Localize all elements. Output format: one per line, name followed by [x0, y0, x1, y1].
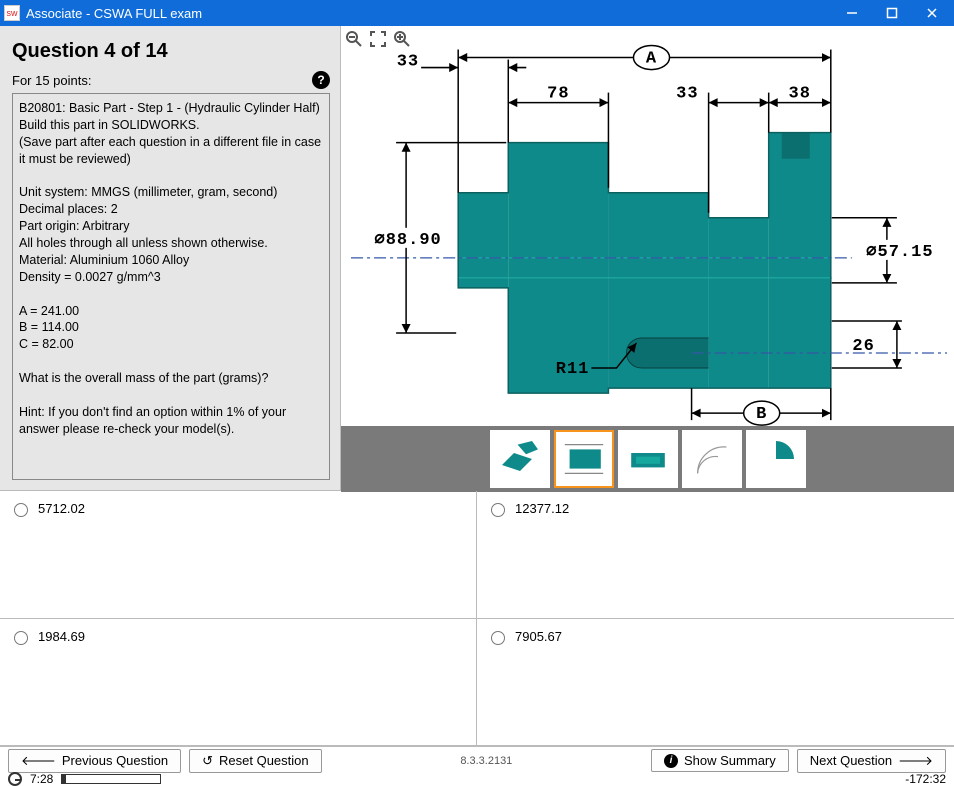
- answer-option-d[interactable]: 7905.67: [477, 619, 954, 747]
- answer-option-b[interactable]: 12377.12: [477, 491, 954, 619]
- arrow-left-icon: 🡐: [21, 753, 56, 769]
- drawing-viewport[interactable]: A 33 78 33 38: [341, 26, 954, 426]
- close-button[interactable]: [912, 0, 952, 26]
- dim-dia5715: ∅57.15: [866, 243, 933, 262]
- dim-dia8890: ∅88.90: [374, 231, 441, 250]
- thumb-4[interactable]: [682, 430, 742, 488]
- button-label: Previous Question: [62, 753, 168, 768]
- info-icon: i: [664, 754, 678, 768]
- dim-38: 38: [789, 85, 811, 104]
- dim-78: 78: [547, 85, 569, 104]
- thumbnail-strip: [341, 426, 954, 492]
- next-question-button[interactable]: Next Question 🡒: [797, 749, 946, 773]
- undo-icon: ↺: [202, 753, 213, 769]
- answer-option-a[interactable]: 5712.02: [0, 491, 477, 619]
- radio-icon[interactable]: [14, 503, 28, 517]
- thumb-1[interactable]: [490, 430, 550, 488]
- minimize-button[interactable]: [832, 0, 872, 26]
- thumb-2[interactable]: [554, 430, 614, 488]
- navigation-bar: 🡐 Previous Question ↺ Reset Question 8.3…: [0, 746, 954, 774]
- question-panel: Question 4 of 14 For 15 points: ? B20801…: [0, 26, 340, 490]
- radio-icon[interactable]: [491, 631, 505, 645]
- part-shape: [458, 133, 832, 393]
- zoom-out-icon[interactable]: [345, 30, 367, 52]
- window-title: Associate - CSWA FULL exam: [26, 6, 832, 21]
- dim-26: 26: [852, 337, 874, 356]
- drawing-panel: A 33 78 33 38: [340, 26, 954, 490]
- thumb-3[interactable]: [618, 430, 678, 488]
- dim-33-left: 33: [397, 53, 419, 72]
- dim-A: A: [646, 50, 657, 69]
- button-label: Reset Question: [219, 753, 309, 768]
- show-summary-button[interactable]: i Show Summary: [651, 749, 789, 772]
- answer-option-c[interactable]: 1984.69: [0, 619, 477, 747]
- answer-label: 5712.02: [38, 501, 85, 516]
- answer-label: 7905.67: [515, 629, 562, 644]
- reset-question-button[interactable]: ↺ Reset Question: [189, 749, 322, 773]
- question-title: Question 4 of 14: [12, 40, 330, 63]
- zoom-fit-icon[interactable]: [369, 30, 391, 52]
- app-icon: sw: [4, 5, 20, 21]
- previous-question-button[interactable]: 🡐 Previous Question: [8, 749, 181, 773]
- radio-icon[interactable]: [491, 503, 505, 517]
- dim-B: B: [756, 405, 767, 424]
- dim-33-right: 33: [676, 85, 698, 104]
- button-label: Show Summary: [684, 753, 776, 768]
- answer-label: 12377.12: [515, 501, 569, 516]
- dim-r11: R11: [556, 360, 590, 379]
- thumb-5[interactable]: [746, 430, 806, 488]
- question-body: B20801: Basic Part - Step 1 - (Hydraulic…: [12, 93, 330, 480]
- arrow-right-icon: 🡒: [898, 753, 933, 769]
- maximize-button[interactable]: [872, 0, 912, 26]
- radio-icon[interactable]: [14, 631, 28, 645]
- help-icon[interactable]: ?: [312, 71, 330, 89]
- version-label: 8.3.3.2131: [460, 755, 512, 767]
- points-label: For 15 points:: [12, 73, 92, 88]
- answer-grid: 5712.02 12377.12 1984.69 7905.67: [0, 490, 954, 746]
- button-label: Next Question: [810, 753, 892, 768]
- status-bar: 7:28 -172:32: [0, 774, 954, 784]
- progress-bar: [61, 774, 161, 784]
- answer-label: 1984.69: [38, 629, 85, 644]
- window-titlebar: sw Associate - CSWA FULL exam: [0, 0, 954, 26]
- zoom-in-icon[interactable]: [393, 30, 415, 52]
